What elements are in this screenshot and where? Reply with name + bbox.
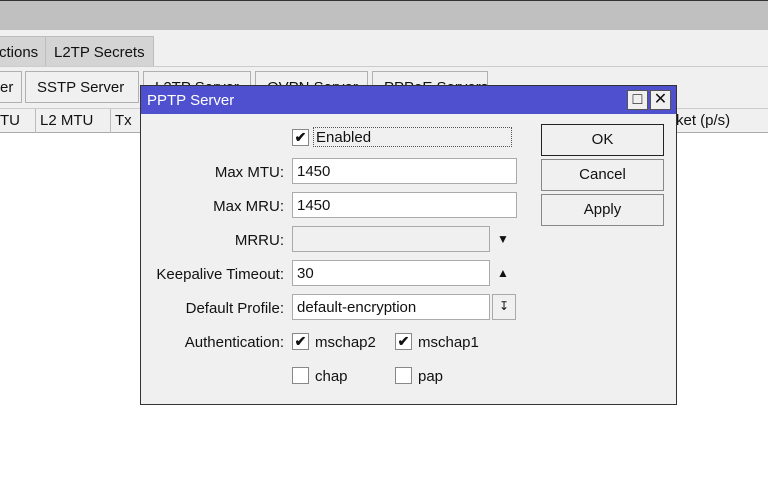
maximize-icon[interactable]: □ [627,90,648,110]
max-mtu-label: Max MTU: [214,164,284,181]
keepalive-input[interactable]: 30 [292,260,490,286]
max-mtu-input[interactable]: 1450 [292,158,517,184]
default-profile-label: Default Profile: [185,300,284,317]
pap-label: pap [418,368,444,385]
tab-connections[interactable]: ctions [0,36,48,66]
authentication-label: Authentication: [184,334,284,351]
column-packet[interactable]: ket (p/s) [672,109,768,133]
mschap1-checkbox[interactable]: ✔ [395,333,412,350]
column-l2-mtu[interactable]: L2 MTU [36,109,111,133]
tab-l2tp-secrets[interactable]: L2TP Secrets [45,36,154,66]
chap-label: chap [315,368,348,385]
expand-down-icon[interactable]: ▼ [497,232,509,246]
mschap1-label: mschap1 [418,334,479,351]
max-mru-label: Max MRU: [213,198,284,215]
mschap2-label: mschap2 [315,334,376,351]
close-icon[interactable]: ✕ [650,90,671,110]
pap-checkbox[interactable] [395,367,412,384]
chap-checkbox[interactable] [292,367,309,384]
dialog-title: PPTP Server [147,92,235,109]
max-mru-input[interactable]: 1450 [292,192,517,218]
keepalive-label: Keepalive Timeout: [156,266,284,283]
enabled-checkbox[interactable]: ✔ [292,129,309,146]
ok-button[interactable]: OK [541,124,664,156]
dialog-title-bar[interactable]: PPTP Server □ ✕ [141,86,676,114]
pptp-server-dialog: PPTP Server □ ✕ ✔ Enabled Max MTU: 1450 … [140,85,677,405]
dropdown-icon[interactable]: ↧ [492,294,516,320]
mrru-input[interactable] [292,226,490,252]
default-profile-select[interactable]: default-encryption [292,294,490,320]
column-mtu[interactable]: TU [0,109,36,133]
collapse-up-icon[interactable]: ▲ [497,266,509,280]
enabled-label[interactable]: Enabled [313,127,512,147]
apply-button[interactable]: Apply [541,194,664,226]
mschap2-checkbox[interactable]: ✔ [292,333,309,350]
pptp-server-button[interactable]: er [0,71,22,103]
cancel-button[interactable]: Cancel [541,159,664,191]
mrru-label: MRRU: [234,232,284,249]
tab-row: ctions L2TP Secrets [0,30,768,67]
sstp-server-button[interactable]: SSTP Server [25,71,139,103]
window-top-bar [0,0,768,30]
